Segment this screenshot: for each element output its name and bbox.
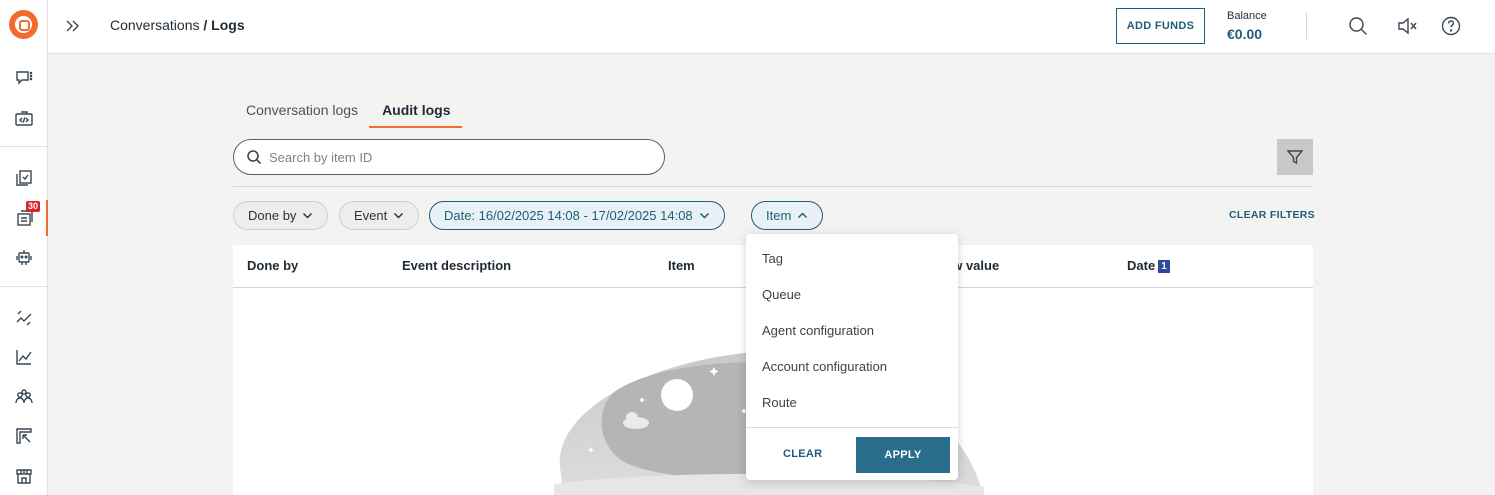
filter-chip-event[interactable]: Event (339, 201, 420, 230)
sidebar-item-transfers[interactable] (4, 418, 44, 454)
sidebar-item-conversations[interactable] (4, 60, 44, 96)
sidebar-item-flows[interactable] (4, 300, 44, 336)
breadcrumb-parent[interactable]: Conversations (110, 17, 200, 33)
people-icon (15, 389, 33, 404)
search-input[interactable] (269, 149, 649, 165)
app-logo[interactable] (9, 10, 38, 39)
mute-button[interactable] (1396, 15, 1418, 37)
column-header-date[interactable]: Date 1 (1127, 258, 1170, 273)
chat-icon (16, 71, 33, 85)
sidebar-item-bots[interactable] (4, 239, 44, 275)
code-icon (15, 111, 33, 126)
dropdown-option-tag[interactable]: Tag (762, 251, 783, 266)
chip-label: Date: 16/02/2025 14:08 - 17/02/2025 14:0… (444, 208, 693, 223)
funnel-icon (1286, 150, 1304, 165)
add-funds-button[interactable]: ADD FUNDS (1116, 8, 1205, 44)
help-icon (1441, 16, 1461, 36)
chip-label: Item (766, 208, 792, 223)
balance-label: Balance (1227, 10, 1267, 22)
item-filter-dropdown: Tag Queue Agent configuration Account co… (746, 234, 958, 480)
sidebar-item-analytics[interactable] (4, 339, 44, 375)
column-header-item[interactable]: Item (668, 258, 695, 273)
chip-label: Event (354, 208, 388, 223)
chevron-down-icon (303, 212, 313, 219)
dropdown-clear-button[interactable]: CLEAR (783, 448, 822, 460)
sidebar-item-logs[interactable]: 30 (4, 200, 48, 236)
search-icon (1349, 17, 1367, 35)
chevron-up-icon (798, 212, 808, 219)
filter-chip-item[interactable]: Item (751, 201, 824, 230)
breadcrumb: Conversations / Logs (110, 17, 245, 33)
column-header-event-description[interactable]: Event description (402, 258, 511, 273)
store-icon (16, 469, 32, 484)
tab-conversation-logs[interactable]: Conversation logs (233, 96, 369, 128)
balance-value: €0.00 (1227, 26, 1263, 42)
date-header-label: Date (1127, 258, 1156, 273)
top-bar: Conversations / Logs ADD FUNDS Balance €… (48, 0, 1495, 54)
sort-order-badge: 1 (1158, 260, 1170, 273)
search-box (233, 139, 665, 175)
notification-badge: 30 (26, 201, 41, 212)
filter-toggle-button[interactable] (1277, 139, 1313, 175)
dropdown-option-route[interactable]: Route (762, 395, 797, 410)
sidebar-item-developer[interactable] (4, 101, 44, 137)
copy-icon (16, 170, 32, 186)
breadcrumb-separator: / (203, 17, 208, 33)
column-header-done-by[interactable]: Done by (247, 258, 298, 273)
sidebar-item-marketplace[interactable] (4, 458, 44, 494)
search-button[interactable] (1347, 15, 1369, 37)
flow-icon (16, 310, 32, 326)
breadcrumb-current: Logs (211, 17, 245, 33)
search-icon (247, 150, 262, 165)
clear-filters-button[interactable]: CLEAR FILTERS (1229, 209, 1315, 221)
dropdown-option-agent-configuration[interactable]: Agent configuration (762, 323, 874, 338)
expand-sidebar-button[interactable] (62, 16, 82, 36)
chart-icon (16, 350, 32, 365)
help-button[interactable] (1440, 15, 1462, 37)
dropdown-apply-button[interactable]: APPLY (856, 437, 950, 473)
filter-chip-done-by[interactable]: Done by (233, 201, 329, 230)
speaker-muted-icon (1398, 17, 1417, 35)
dropdown-option-account-configuration[interactable]: Account configuration (762, 359, 887, 374)
robot-icon (16, 250, 32, 265)
sidebar-item-templates[interactable] (4, 160, 44, 196)
transfer-icon (16, 428, 32, 444)
log-tabs: Conversation logs Audit logs (233, 96, 462, 128)
chevron-down-icon (699, 212, 709, 219)
sidebar: 30 (0, 0, 48, 495)
sidebar-item-contacts[interactable] (4, 379, 44, 415)
dropdown-option-queue[interactable]: Queue (762, 287, 801, 302)
filter-chip-date[interactable]: Date: 16/02/2025 14:08 - 17/02/2025 14:0… (429, 201, 725, 230)
double-chevron-right-icon (66, 20, 79, 32)
chip-label: Done by (248, 208, 297, 223)
tab-audit-logs[interactable]: Audit logs (369, 96, 462, 128)
chevron-down-icon (394, 212, 404, 219)
